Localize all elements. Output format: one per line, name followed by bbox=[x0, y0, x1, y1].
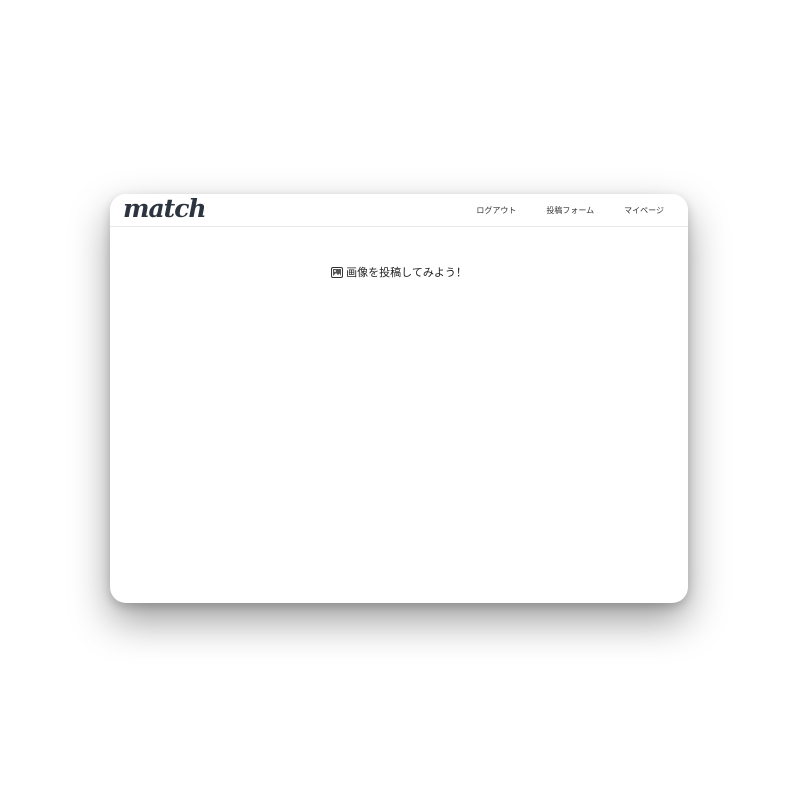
browser-window: match ログアウト 投稿フォーム マイページ 画像を投稿してみよう！ bbox=[110, 194, 688, 603]
nav-mypage-link[interactable]: マイページ bbox=[624, 205, 664, 216]
nav-post-form-link[interactable]: 投稿フォーム bbox=[546, 205, 594, 216]
navbar: match ログアウト 投稿フォーム マイページ bbox=[110, 194, 688, 227]
picture-icon bbox=[331, 266, 344, 278]
nav-logout-link[interactable]: ログアウト bbox=[476, 205, 516, 216]
prompt-text: 画像を投稿してみよう！ bbox=[346, 266, 467, 279]
post-prompt: 画像を投稿してみよう！ bbox=[110, 264, 688, 280]
screen-background: match ログアウト 投稿フォーム マイページ 画像を投稿してみよう！ bbox=[0, 0, 800, 800]
main-content: 画像を投稿してみよう！ bbox=[110, 227, 688, 603]
site-logo[interactable]: match bbox=[123, 194, 207, 224]
nav-links: ログアウト 投稿フォーム マイページ bbox=[476, 194, 688, 226]
